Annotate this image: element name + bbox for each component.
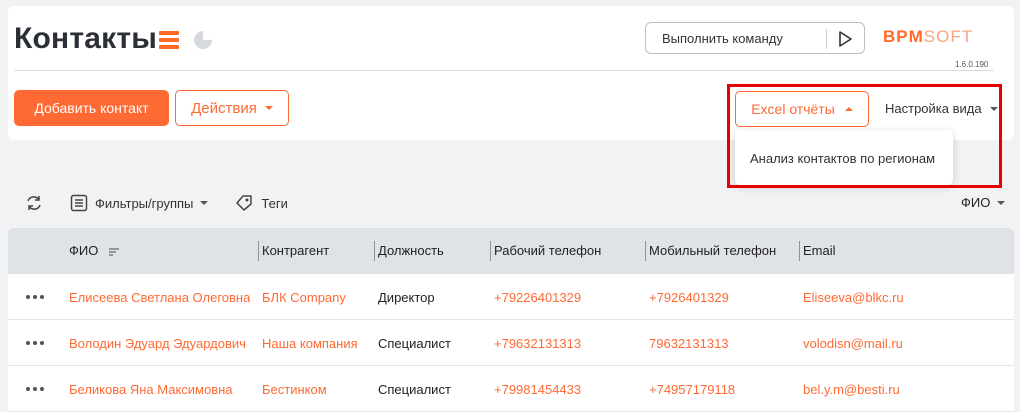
brand-bold: BPM	[883, 27, 924, 46]
add-contact-button[interactable]: Добавить контакт	[14, 90, 169, 126]
cell-work-phone[interactable]: +79981454433	[494, 382, 581, 397]
excel-reports-menu: Анализ контактов по регионам	[735, 130, 953, 185]
brand-logo: BPMSOFT	[883, 27, 973, 47]
actions-button[interactable]: Действия	[175, 90, 289, 126]
cell-name[interactable]: Елисеева Светлана Олеговна	[69, 290, 250, 305]
view-settings-button[interactable]: Настройка вида	[885, 101, 998, 116]
filter-bar: Фильтры/группы Теги	[24, 192, 314, 214]
tag-icon	[236, 195, 253, 211]
chevron-up-icon	[844, 107, 853, 111]
filter-list-icon	[70, 194, 88, 212]
cell-position: Специалист	[378, 382, 451, 397]
sort-icon	[108, 247, 119, 256]
cell-email[interactable]: volodisn@mail.ru	[803, 336, 903, 351]
command-input[interactable]: Выполнить команду	[645, 22, 865, 54]
table-row[interactable]: Володин Эдуард Эдуардович Наша компания …	[8, 320, 1014, 366]
sort-selector[interactable]: ФИО	[961, 195, 1006, 210]
brand-light: SOFT	[923, 27, 974, 46]
command-input-placeholder: Выполнить команду	[662, 31, 783, 46]
column-separator[interactable]	[258, 241, 259, 261]
chevron-down-icon	[200, 201, 209, 205]
filters-groups-button[interactable]: Фильтры/группы	[70, 194, 209, 212]
tags-label: Теги	[261, 195, 288, 211]
chevron-down-icon	[264, 106, 273, 110]
filters-groups-label: Фильтры/группы	[95, 195, 194, 211]
column-separator[interactable]	[490, 241, 491, 261]
table-row[interactable]: Елисеева Светлана Олеговна БЛК Company Д…	[8, 274, 1014, 320]
column-header-work-phone[interactable]: Рабочий телефон	[494, 243, 601, 258]
actions-label: Действия	[191, 99, 257, 117]
column-separator[interactable]	[374, 241, 375, 261]
column-header-fio-label: ФИО	[69, 243, 99, 258]
table-header: ФИО Контрагент Должность Рабочий телефон…	[8, 228, 1014, 274]
column-header-position[interactable]: Должность	[378, 243, 444, 258]
cell-mobile-phone[interactable]: +74957179118	[649, 382, 735, 397]
column-separator[interactable]	[799, 241, 800, 261]
cell-email[interactable]: bel.y.m@besti.ru	[803, 382, 900, 397]
add-contact-label: Добавить контакт	[34, 100, 149, 116]
column-separator[interactable]	[645, 241, 646, 261]
cell-name[interactable]: Володин Эдуард Эдуардович	[69, 336, 246, 351]
cell-mobile-phone[interactable]: 79632131313	[649, 336, 729, 351]
play-icon[interactable]	[835, 30, 855, 48]
chevron-down-icon	[997, 200, 1006, 205]
cell-position: Директор	[378, 290, 435, 305]
cell-account[interactable]: БЛК Company	[262, 290, 346, 305]
cell-work-phone[interactable]: +79632131313	[494, 336, 581, 351]
cell-account[interactable]: Наша компания	[262, 336, 358, 351]
column-header-email[interactable]: Email	[803, 243, 836, 258]
chevron-down-icon	[989, 106, 998, 111]
column-header-fio[interactable]: ФИО	[69, 243, 120, 258]
refresh-icon	[27, 196, 41, 210]
pie-chart-icon[interactable]	[193, 30, 213, 50]
column-header-mobile-phone[interactable]: Мобильный телефон	[649, 243, 776, 258]
more-dots-icon[interactable]	[26, 295, 44, 299]
header-divider	[14, 70, 994, 71]
excel-reports-label: Excel отчёты	[751, 101, 835, 117]
cell-email[interactable]: Eliseeva@blkc.ru	[803, 290, 904, 305]
cell-account[interactable]: Бестинком	[262, 382, 327, 397]
more-dots-icon[interactable]	[26, 341, 44, 345]
column-header-account[interactable]: Контрагент	[262, 243, 329, 258]
command-separator	[826, 29, 827, 49]
more-dots-icon[interactable]	[26, 387, 44, 391]
cell-position: Специалист	[378, 336, 451, 351]
cell-name[interactable]: Беликова Яна Максимовна	[69, 382, 233, 397]
version-label: 1.6.0.190	[955, 60, 989, 69]
menu-icon[interactable]	[159, 31, 179, 49]
table-row[interactable]: Беликова Яна Максимовна Бестинком Специа…	[8, 366, 1014, 412]
cell-work-phone[interactable]: +79226401329	[494, 290, 581, 305]
cell-mobile-phone[interactable]: +7926401329	[649, 290, 729, 305]
page-title: Контакты	[14, 22, 158, 55]
refresh-button[interactable]	[24, 194, 44, 212]
menu-item-regional-analysis[interactable]: Анализ контактов по регионам	[750, 151, 935, 166]
sort-label: ФИО	[961, 195, 991, 210]
view-settings-label: Настройка вида	[885, 101, 982, 116]
tags-button[interactable]: Теги	[234, 194, 288, 212]
excel-reports-button[interactable]: Excel отчёты	[735, 91, 869, 127]
